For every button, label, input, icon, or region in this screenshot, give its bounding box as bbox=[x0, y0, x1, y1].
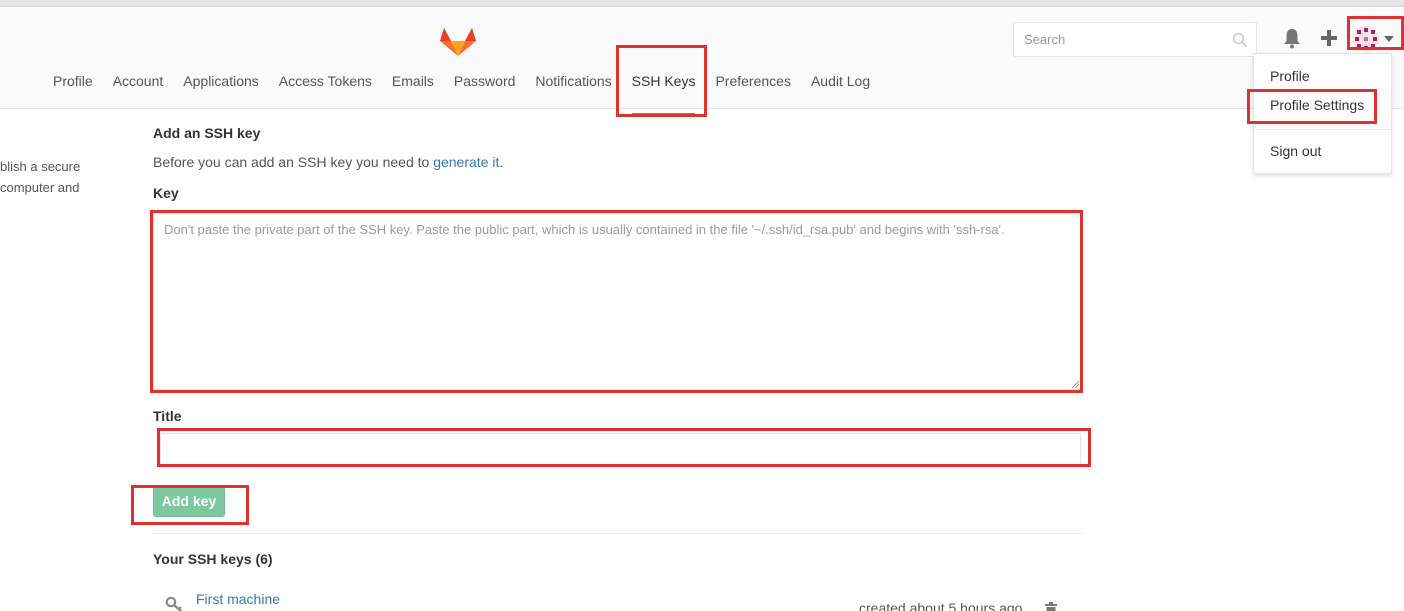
trash-icon[interactable] bbox=[1045, 602, 1057, 611]
tab-password[interactable]: Password bbox=[444, 68, 525, 115]
tab-ssh-keys[interactable]: SSH Keys bbox=[622, 68, 706, 115]
side-description-line: computer and bbox=[0, 180, 80, 195]
tab-preferences[interactable]: Preferences bbox=[705, 68, 800, 115]
ssh-key-created: created about 5 hours ago bbox=[859, 600, 1023, 611]
tab-profile[interactable]: Profile bbox=[43, 68, 103, 115]
resize-grip-icon[interactable] bbox=[1071, 380, 1079, 388]
search-input[interactable]: Search bbox=[1013, 22, 1257, 57]
add-key-button[interactable]: Add key bbox=[153, 486, 225, 517]
ssh-keys-heading: Your SSH keys (6) bbox=[153, 551, 273, 567]
search-icon[interactable] bbox=[1232, 32, 1248, 48]
tab-emails[interactable]: Emails bbox=[382, 68, 444, 115]
caret-down-icon[interactable] bbox=[1384, 35, 1394, 43]
generate-it-link[interactable]: generate it bbox=[433, 154, 499, 170]
menu-item-sign-out[interactable]: Sign out bbox=[1270, 143, 1321, 159]
browser-top-line bbox=[0, 0, 1404, 7]
tab-notifications[interactable]: Notifications bbox=[525, 68, 621, 115]
tab-audit-log[interactable]: Audit Log bbox=[801, 68, 880, 115]
key-textarea[interactable]: Don't paste the private part of the SSH … bbox=[153, 213, 1081, 390]
user-dropdown-menu: Profile Profile Settings Sign out bbox=[1253, 53, 1392, 174]
tab-account[interactable]: Account bbox=[103, 68, 174, 115]
menu-item-profile-settings[interactable]: Profile Settings bbox=[1270, 97, 1364, 113]
key-label: Key bbox=[153, 185, 179, 201]
key-placeholder: Don't paste the private part of the SSH … bbox=[164, 222, 1005, 237]
tab-access-tokens[interactable]: Access Tokens bbox=[269, 68, 382, 115]
side-description-line: blish a secure bbox=[0, 159, 81, 174]
add-ssh-key-heading: Add an SSH key bbox=[153, 125, 261, 141]
bell-icon[interactable] bbox=[1282, 27, 1302, 49]
tab-applications[interactable]: Applications bbox=[173, 68, 269, 115]
title-label: Title bbox=[153, 408, 182, 424]
key-icon bbox=[165, 596, 183, 611]
section-divider bbox=[153, 533, 1083, 534]
user-menu-toggle[interactable] bbox=[1347, 23, 1404, 57]
menu-divider bbox=[1254, 129, 1391, 130]
intro-text-end: . bbox=[499, 154, 504, 170]
app-header: Search Profile Account Applications Acce… bbox=[0, 7, 1404, 115]
intro-text-lead: Before you can add an SSH key you need t… bbox=[153, 154, 434, 170]
plus-icon[interactable] bbox=[1320, 29, 1338, 47]
search-placeholder: Search bbox=[1024, 32, 1066, 47]
side-description: blish a secure computer and bbox=[0, 156, 80, 198]
title-input[interactable] bbox=[160, 433, 1081, 466]
menu-item-profile[interactable]: Profile bbox=[1270, 68, 1310, 84]
settings-nav: Profile Account Applications Access Toke… bbox=[43, 68, 880, 115]
intro-text: Before you can add an SSH key you need t… bbox=[153, 154, 503, 170]
user-avatar[interactable] bbox=[1353, 26, 1379, 52]
ssh-key-title-link[interactable]: First machine bbox=[196, 591, 280, 607]
gitlab-logo-icon[interactable] bbox=[439, 21, 477, 57]
